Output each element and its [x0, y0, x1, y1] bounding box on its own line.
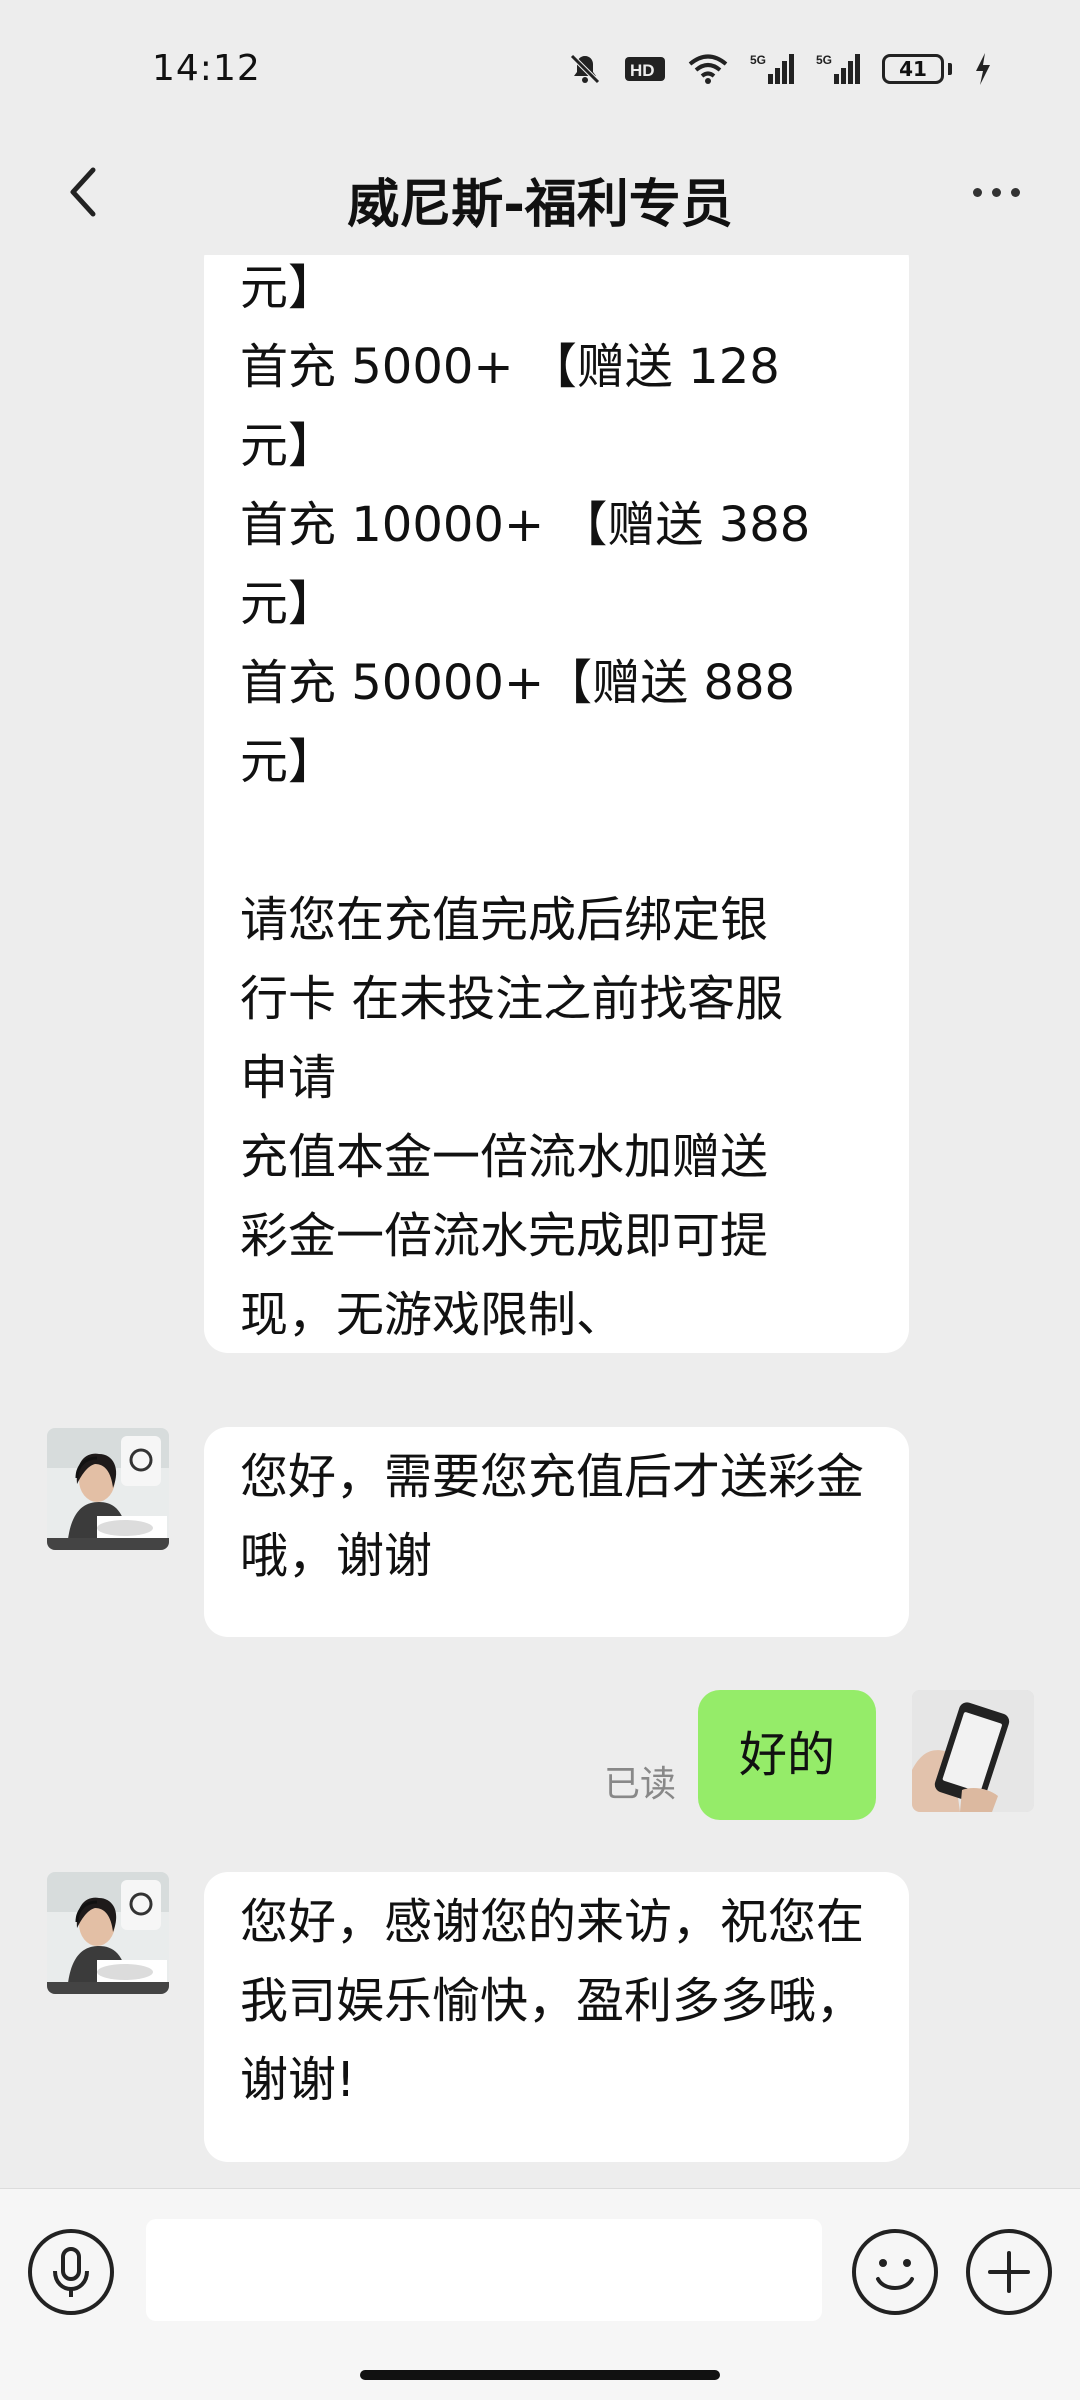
message-line: 请您在充值完成后绑定银 [240, 892, 769, 948]
message-line: 元】 [240, 576, 337, 632]
my-avatar[interactable] [912, 1690, 1034, 1812]
battery-icon: 41 [882, 54, 952, 84]
message-line: 元】 [240, 418, 337, 474]
home-indicator[interactable] [360, 2370, 720, 2380]
svg-text:5G: 5G [816, 53, 832, 67]
message-line: 元】 [240, 260, 337, 316]
status-time: 14:12 [152, 48, 261, 89]
smiley-icon [876, 2259, 914, 2290]
emoji-button[interactable] [852, 2229, 938, 2315]
input-bar [0, 2188, 1080, 2400]
agent-avatar[interactable] [47, 1872, 169, 1994]
message-input[interactable] [146, 2219, 822, 2321]
message-bubble-agent[interactable]: 您好，感谢您的来访，祝您在我司娱乐愉快，盈利多多哦，谢谢! [204, 1872, 909, 2162]
message-line: 充值本金一倍流水加赠送 [240, 1129, 769, 1185]
message-bubble-agent[interactable]: 您好，需要您充值后才送彩金哦，谢谢 [204, 1427, 909, 1637]
message-line: 首充 5000+ 【赠送 128 [240, 339, 780, 395]
message-list[interactable]: 元】 首充 5000+ 【赠送 128 元】 首充 10000+ 【赠送 388 元】首… [0, 255, 1080, 2188]
wifi-icon [688, 53, 728, 85]
message-line [240, 802, 879, 881]
agent-avatar[interactable] [47, 1428, 169, 1550]
message-line: 彩金一倍流水完成即可提 [240, 1208, 769, 1264]
message-line: 申请 [240, 1050, 337, 1106]
chat-header: 威尼斯-福利专员 [0, 140, 1080, 255]
message-bubble-agent[interactable]: 元】 首充 5000+ 【赠送 128 元】 首充 10000+ 【赠送 388 元】首… [204, 255, 909, 1353]
mute-icon [568, 52, 602, 86]
signal-5g-icon: 5G [750, 52, 794, 86]
charging-icon [974, 52, 992, 86]
message-line: 现，无游戏限制、 [240, 1287, 625, 1343]
voice-button[interactable] [28, 2229, 114, 2315]
svg-text:5G: 5G [750, 53, 766, 67]
plus-icon [988, 2251, 1030, 2293]
microphone-icon [53, 2247, 89, 2297]
svg-text:HD: HD [630, 61, 655, 80]
message-line: 行卡 在未投注之前找客服 [240, 971, 784, 1027]
message-line: 首充 10000+ 【赠送 388 [240, 497, 811, 553]
more-button[interactable] [956, 162, 1036, 222]
battery-level: 41 [882, 54, 944, 84]
more-dots-icon [972, 187, 982, 197]
signal-5g-icon: 5G [816, 52, 860, 86]
message-text: 元】 首充 5000+ 【赠送 128 元】 首充 10000+ 【赠送 388 元】首… [240, 255, 879, 1355]
status-icons: HD 5G 5G 41 [568, 52, 992, 86]
hd-icon: HD [624, 54, 666, 84]
read-status: 已读 [604, 1764, 677, 1805]
plus-button[interactable] [966, 2229, 1052, 2315]
message-line: 首充 50000+【赠送 888 [240, 655, 796, 711]
message-line: 元】 [240, 734, 337, 790]
chat-title: 威尼斯-福利专员 [347, 175, 733, 235]
message-bubble-mine[interactable]: 好的 [698, 1690, 876, 1820]
status-bar: 14:12 HD 5G 5G 41 [0, 0, 1080, 140]
